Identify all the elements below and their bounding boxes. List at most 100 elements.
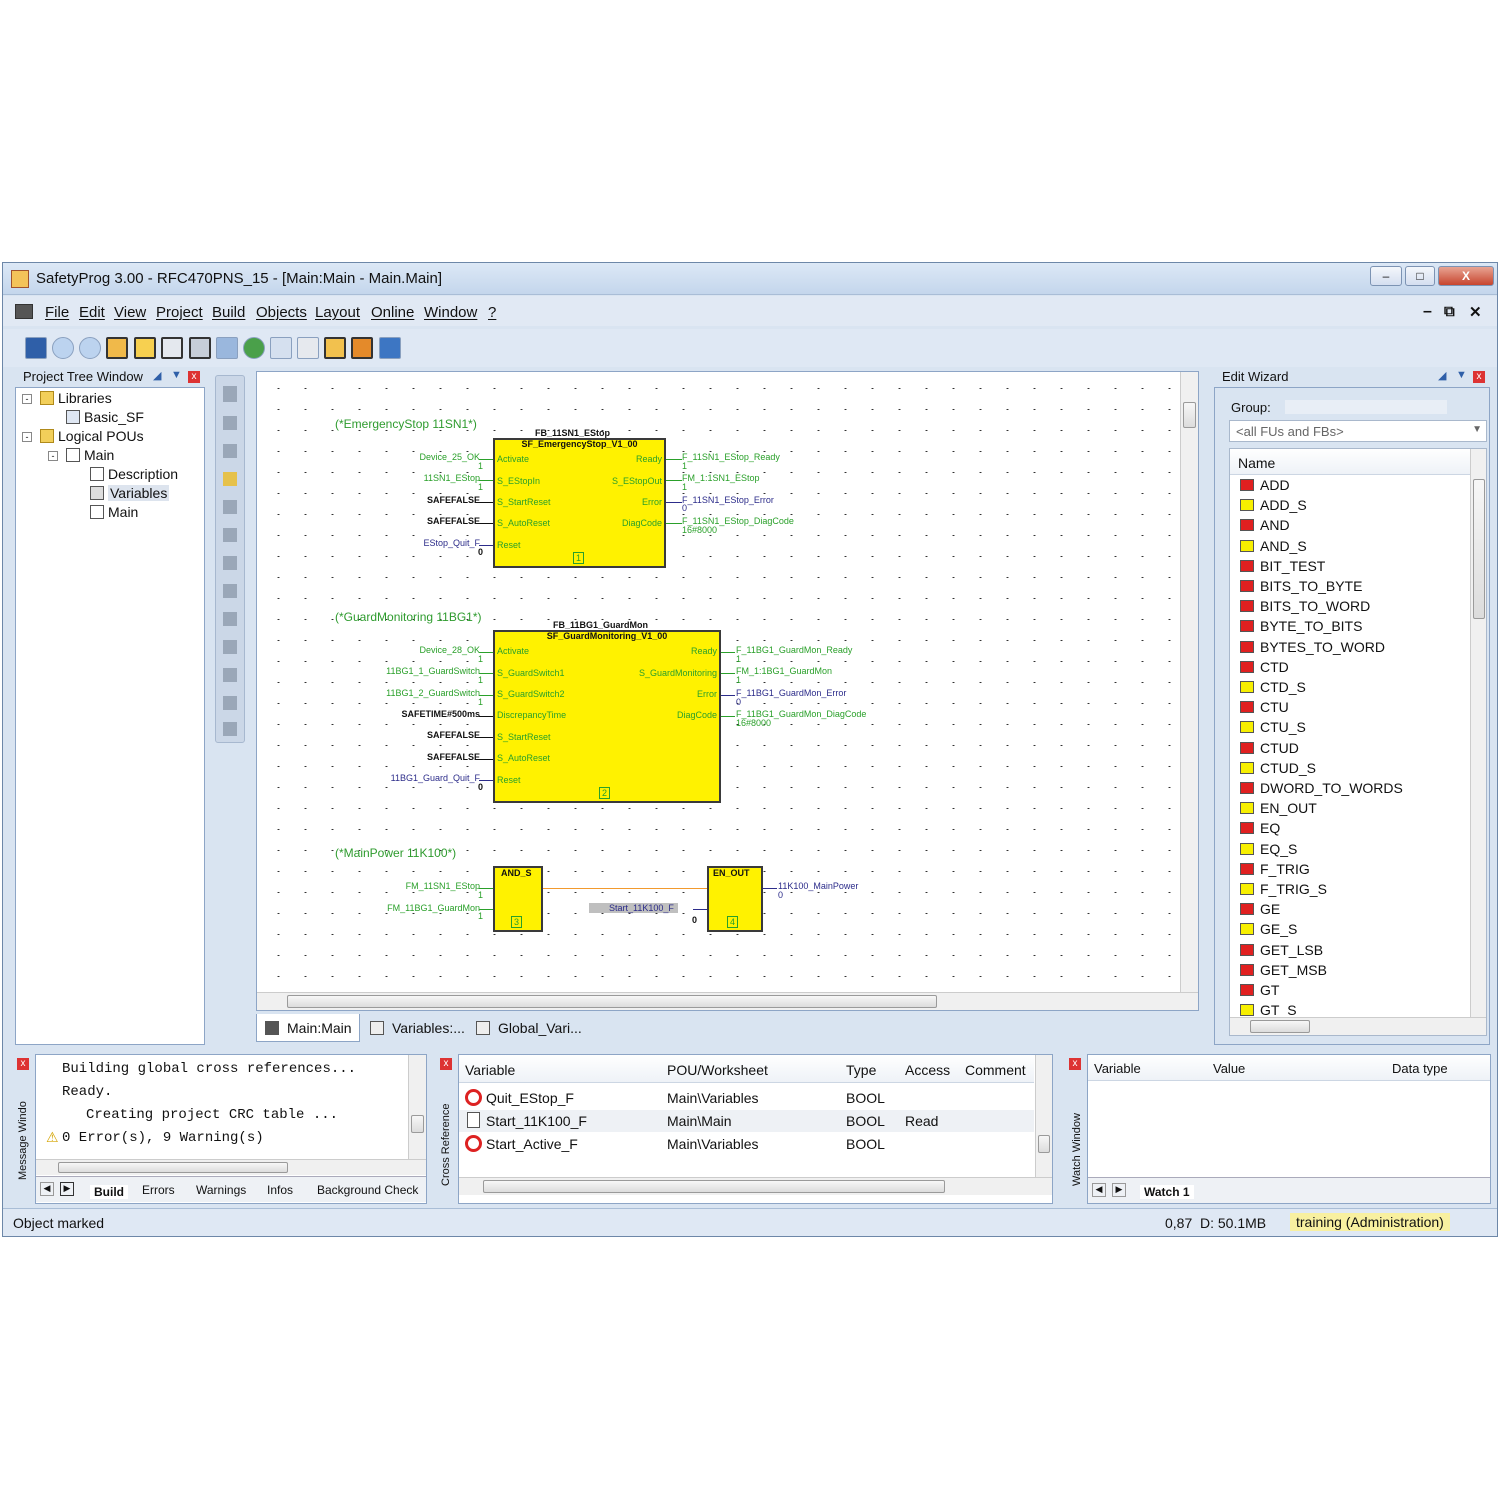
table-row[interactable]: Quit_EStop_F Main\Variables BOOL — [459, 1087, 1034, 1109]
menu-build[interactable]: Build — [212, 304, 245, 321]
return-icon[interactable] — [223, 722, 237, 736]
list-item[interactable]: BITS_TO_BYTE — [1240, 578, 1362, 598]
online-icon[interactable] — [243, 337, 265, 359]
maximize-button[interactable]: □ — [1405, 266, 1435, 286]
column-comment[interactable]: Comment — [965, 1062, 1026, 1078]
input-variable[interactable]: Device_25_OK — [419, 452, 480, 462]
scroll-thumb[interactable] — [1183, 402, 1196, 428]
rail-icon[interactable] — [223, 668, 237, 682]
output-variable[interactable]: 11K100_MainPower — [778, 881, 858, 891]
list-item[interactable]: BIT_TEST — [1240, 558, 1325, 578]
list-item[interactable]: BYTES_TO_WORD — [1240, 639, 1385, 659]
fb-block-guard[interactable]: SF_GuardMonitoring_V1_00 Activate S_Guar… — [493, 630, 721, 803]
list-item[interactable]: GET_LSB — [1240, 942, 1323, 962]
output-variable[interactable]: F_11SN1_EStop_Error — [682, 495, 774, 505]
debug-icon[interactable] — [379, 337, 401, 359]
tab-main-main[interactable]: Main:Main — [256, 1014, 360, 1042]
input-variable[interactable]: FM_11SN1_EStop — [406, 881, 480, 891]
menu-window[interactable]: Window — [424, 304, 477, 321]
line-icon[interactable] — [223, 416, 237, 430]
list-item[interactable]: GET_MSB — [1240, 962, 1327, 982]
tree-node-basic-sf[interactable]: Basic_SF — [66, 409, 144, 425]
column-pou-worksheet[interactable]: POU/Worksheet — [667, 1062, 768, 1078]
menu-objects[interactable]: Objects — [256, 304, 307, 321]
message-horizontal-scrollbar[interactable] — [36, 1159, 426, 1175]
tab-scroll-right-icon[interactable]: ▶ — [1112, 1183, 1126, 1197]
transfer-icon[interactable] — [270, 337, 292, 359]
coil-icon[interactable] — [223, 612, 237, 626]
tab-errors[interactable]: Errors — [142, 1183, 175, 1197]
menu-layout[interactable]: Layout — [315, 304, 360, 321]
list-item[interactable]: GE — [1240, 901, 1280, 921]
pointer-icon[interactable] — [223, 386, 237, 402]
list-horizontal-scrollbar[interactable] — [1230, 1017, 1486, 1035]
list-item[interactable]: ADD — [1240, 477, 1290, 497]
list-item[interactable]: CTU_S — [1240, 719, 1306, 739]
input-variable[interactable]: 11SN1_EStop — [424, 473, 480, 483]
close-button[interactable]: X — [1438, 266, 1494, 286]
column-variable[interactable]: Variable — [1094, 1061, 1141, 1076]
tree-node-logical-pous[interactable]: Logical POUs — [40, 428, 144, 444]
grid-icon[interactable] — [297, 337, 319, 359]
input-constant[interactable]: SAFEFALSE — [427, 730, 480, 740]
input-variable[interactable]: Device_28_OK — [419, 645, 480, 655]
tab-build[interactable]: Build — [90, 1185, 128, 1199]
close-icon[interactable]: x — [17, 1058, 29, 1070]
input-variable[interactable]: 11BG1_2_GuardSwitch — [386, 688, 480, 698]
connector-icon[interactable] — [223, 444, 237, 458]
mdi-restore-button[interactable]: ⧉ — [1444, 303, 1455, 320]
input-variable[interactable]: EStop_Quit_F — [423, 538, 480, 548]
menu-view[interactable]: View — [114, 304, 146, 321]
list-item[interactable]: EQ_S — [1240, 841, 1297, 861]
collapse-icon[interactable]: - — [48, 451, 58, 461]
cross-reference-vertical-scrollbar[interactable] — [1035, 1055, 1052, 1177]
tab-variables[interactable]: Variables:... — [362, 1014, 466, 1042]
column-data-type[interactable]: Data type — [1392, 1061, 1448, 1076]
tree-node-libraries[interactable]: Libraries — [40, 390, 112, 406]
jump-icon[interactable] — [223, 696, 237, 710]
contact-p-icon[interactable] — [223, 584, 237, 598]
dropdown-icon[interactable]: ▼ — [171, 369, 182, 381]
list-item[interactable]: DWORD_TO_WORDS — [1240, 780, 1403, 800]
menu-edit[interactable]: Edit — [79, 304, 105, 321]
list-item[interactable]: CTD_S — [1240, 679, 1306, 699]
contact-icon[interactable] — [223, 528, 237, 542]
zoom-in-icon[interactable] — [52, 337, 74, 359]
close-icon[interactable]: x — [440, 1058, 452, 1070]
output-variable[interactable]: F_11BG1_GuardMon_Ready — [736, 645, 852, 655]
cross-reference-horizontal-scrollbar[interactable] — [459, 1177, 1052, 1195]
input-variable[interactable]: 11BG1_Guard_Quit_F — [391, 773, 480, 783]
pin-icon[interactable]: ◢ — [153, 369, 161, 382]
fb-block-estop[interactable]: SF_EmergencyStop_V1_00 Activate S_EStopI… — [493, 438, 666, 568]
list-item[interactable]: BYTE_TO_BITS — [1240, 618, 1362, 638]
collapse-icon[interactable]: - — [22, 394, 32, 404]
message-vertical-scrollbar[interactable] — [408, 1055, 426, 1159]
input-variable[interactable]: 11BG1_1_GuardSwitch — [386, 666, 480, 676]
close-icon[interactable]: x — [188, 371, 200, 383]
refresh-icon[interactable] — [351, 337, 373, 359]
output-variable[interactable]: F_11SN1_EStop_Ready — [682, 452, 780, 462]
pin-icon[interactable]: ◢ — [1438, 369, 1446, 382]
output-variable[interactable]: FM_1:1BG1_GuardMon — [736, 666, 832, 676]
tree-node-main-sheet[interactable]: Main — [90, 504, 138, 520]
list-item[interactable]: BITS_TO_WORD — [1240, 598, 1370, 618]
editor-horizontal-scrollbar[interactable] — [257, 992, 1198, 1010]
list-item[interactable]: EQ — [1240, 820, 1280, 840]
zoom-out-icon[interactable] — [79, 337, 101, 359]
editor-vertical-scrollbar[interactable] — [1180, 372, 1198, 992]
list-item[interactable]: GT — [1240, 982, 1279, 1002]
menu-help[interactable]: ? — [488, 304, 496, 321]
menu-file[interactable]: File — [45, 304, 69, 321]
input-constant[interactable]: SAFEFALSE — [427, 495, 480, 505]
scroll-thumb[interactable] — [287, 995, 937, 1008]
fbd-editor-canvas[interactable]: (*EmergencyStop 11SN1*) FB_11SN1_EStop S… — [256, 371, 1199, 1011]
input-variable-selected[interactable]: Start_11K100_F — [589, 903, 678, 913]
input-constant[interactable]: SAFEFALSE — [427, 752, 480, 762]
coil-nc-icon[interactable] — [223, 640, 237, 654]
output-variable[interactable]: F_11BG1_GuardMon_Error — [736, 688, 846, 698]
warning-icon[interactable] — [324, 337, 346, 359]
mdi-minimize-button[interactable]: – — [1423, 303, 1432, 321]
list-item[interactable]: F_TRIG — [1240, 861, 1310, 881]
list-item[interactable]: GE_S — [1240, 921, 1297, 941]
scroll-thumb[interactable] — [483, 1180, 945, 1193]
